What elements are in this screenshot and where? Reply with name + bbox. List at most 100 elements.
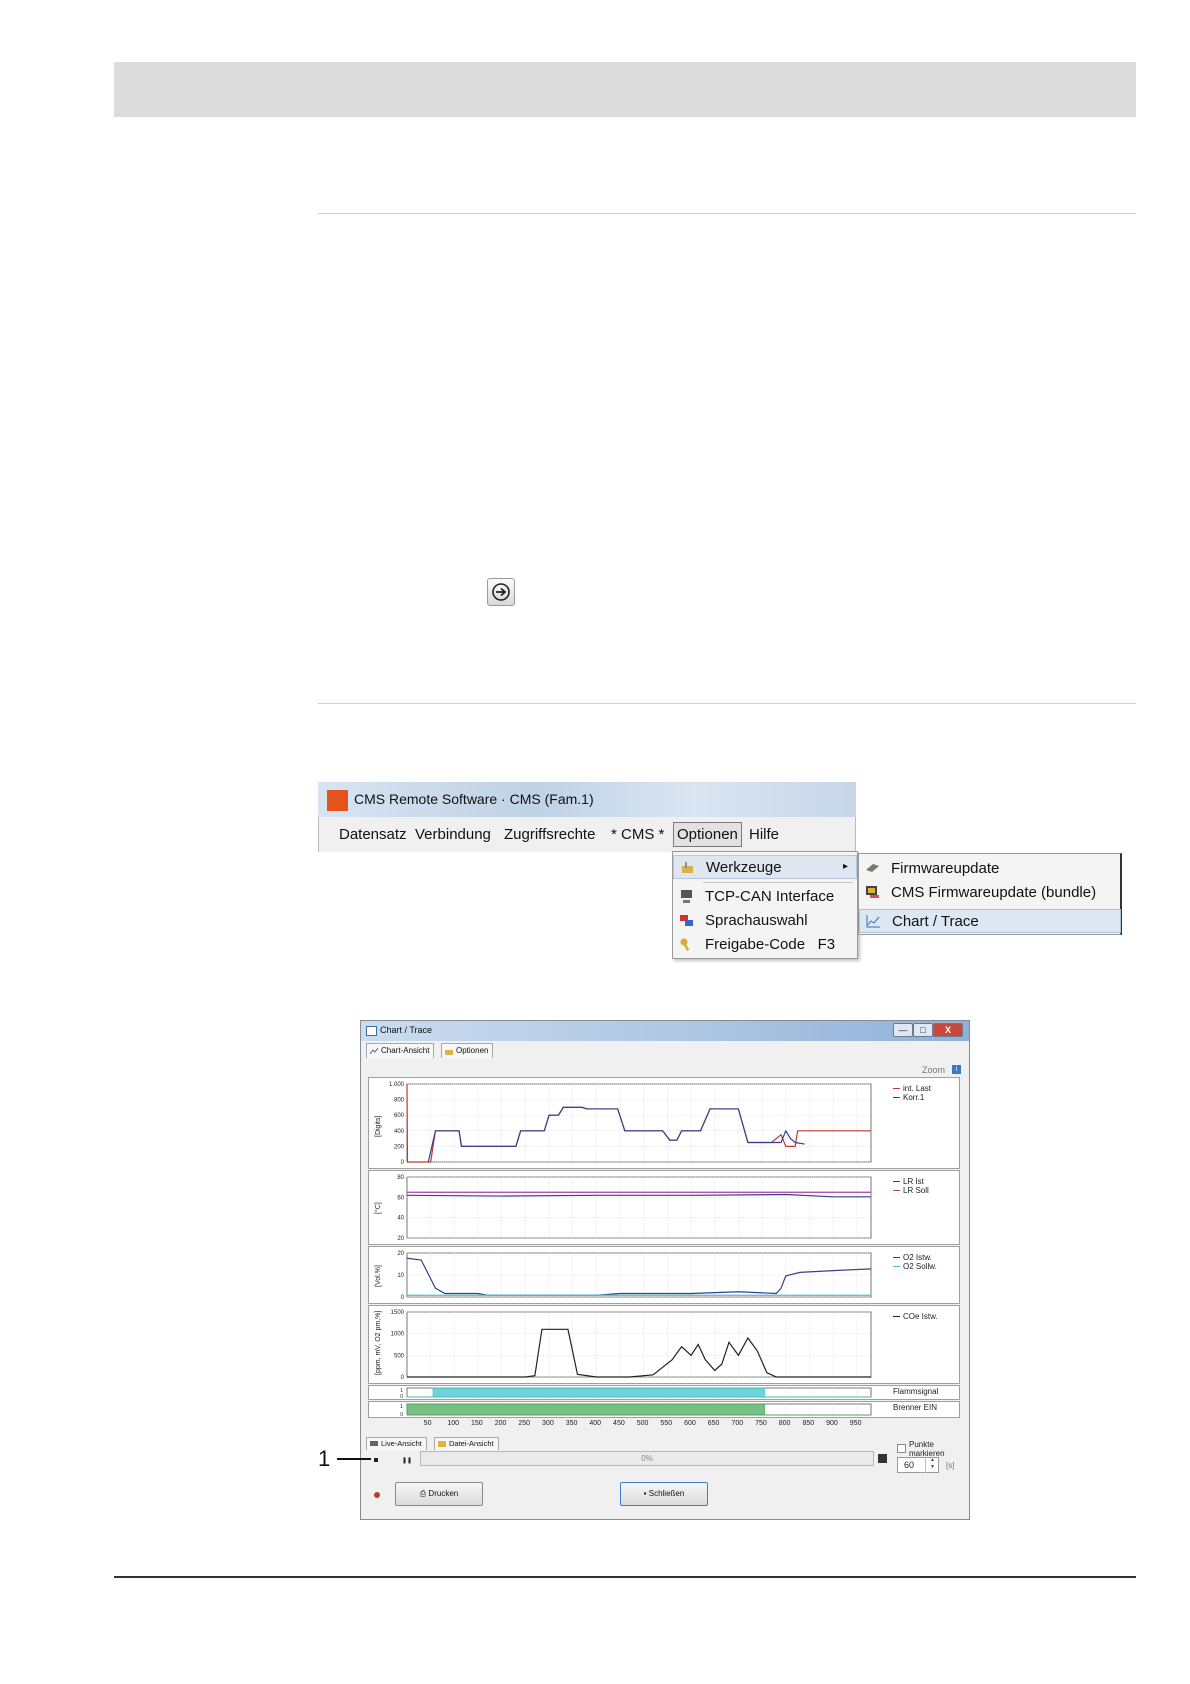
x-tick-label: 100	[447, 1420, 460, 1427]
menu-item-freigabe-code[interactable]: Freigabe-Code F3	[673, 933, 857, 957]
legend-swatch	[893, 1181, 900, 1183]
chart-svg-0: 1.000 800 600 400 200 0	[389, 1082, 872, 1166]
y-tick-label: 40	[397, 1216, 404, 1222]
x-tick-label: 600	[684, 1420, 696, 1427]
y-tick-label: 200	[394, 1144, 405, 1150]
menu-cms[interactable]: * CMS *	[611, 826, 664, 843]
save-icon[interactable]	[878, 1454, 887, 1463]
x-tick-label: 150	[471, 1420, 483, 1427]
y-tick-label: 20	[397, 1251, 404, 1257]
chip-icon	[866, 864, 879, 872]
x-tick-label: 500	[636, 1420, 649, 1427]
window-close-button[interactable]: X	[933, 1023, 963, 1037]
chart-svg-2: 20 10 0	[397, 1251, 872, 1301]
punkte-markieren-checkbox[interactable]	[897, 1444, 906, 1453]
printer-icon: ⎙	[419, 1489, 427, 1498]
stop-button[interactable]	[374, 1458, 378, 1462]
menu-optionen[interactable]: Optionen	[673, 822, 742, 847]
schliessen-button[interactable]: ▪ Schließen	[620, 1482, 708, 1506]
y-axis-label: [Digits]	[375, 1115, 382, 1137]
y-axis-label: [Vol.%]	[375, 1265, 382, 1287]
record-indicator-icon	[374, 1492, 380, 1498]
app-title: CMS Remote Software · CMS (Fam.1)	[354, 791, 594, 807]
bundle-icon	[866, 886, 879, 898]
header-band	[114, 62, 1136, 117]
x-tick-label: 750	[755, 1420, 767, 1427]
x-tick-label: 550	[660, 1420, 673, 1427]
callout-line	[337, 1458, 371, 1460]
chart-svg-5: 10	[400, 1403, 872, 1417]
seconds-spinner-arrows[interactable]: ▲ ▼	[925, 1457, 939, 1473]
chart-svg-3: 1500 1000 500 0	[391, 1310, 872, 1381]
y-tick-label: 10	[397, 1273, 404, 1279]
menu-item-tcp-can[interactable]: TCP-CAN Interface	[673, 885, 857, 909]
chart-panel-coe: 1500 1000 500 0 [ppm, mV, O2 pm,%] COe Istw.	[368, 1305, 960, 1384]
werkzeuge-label: Werkzeuge	[706, 859, 782, 876]
x-axis-ticks: 50 100 150 200 250 300 350 400 450 500 550 600 650 70…	[368, 1420, 960, 1432]
menu-item-werkzeuge[interactable]: Werkzeuge ▸	[673, 855, 857, 879]
y-tick-label: 1	[400, 1404, 403, 1410]
menu-hilfe[interactable]: Hilfe	[749, 826, 779, 843]
folder-icon	[438, 1441, 446, 1447]
y-tick-label: 0	[400, 1394, 403, 1399]
y-tick-label: 500	[394, 1353, 405, 1359]
minimize-button[interactable]: —	[893, 1023, 913, 1037]
x-tick-label: 650	[707, 1420, 720, 1427]
chart-svg-4: 10	[400, 1387, 872, 1399]
zoom-label: Zoom	[922, 1065, 946, 1075]
sprachauswahl-label: Sprachauswahl	[705, 912, 808, 929]
y-tick-label: 20	[397, 1236, 404, 1242]
plot-area	[406, 1083, 872, 1163]
chart-panel-temperature: 80 60 40 20 [°C] LR Ist LR Soll	[368, 1170, 960, 1245]
x-tick-label: 350	[565, 1420, 578, 1427]
x-tick-label: 400	[589, 1420, 602, 1427]
menu-zugriffsrechte[interactable]: Zugriffsrechte	[504, 826, 595, 843]
drucken-button[interactable]: ⎙ Drucken	[395, 1482, 483, 1506]
optionen-dropdown: Werkzeuge ▸ TCP-CAN Interface Sprachausw…	[672, 851, 858, 959]
submenu-item-firmwareupdate[interactable]: Firmwareupdate	[859, 857, 1121, 881]
tab-chart-ansicht-label: Chart-Ansicht	[381, 1046, 430, 1055]
x-tick-label: 200	[494, 1420, 507, 1427]
tab-datei-ansicht[interactable]: Datei-Ansicht	[434, 1437, 499, 1450]
pause-button[interactable]: ❚❚	[402, 1457, 412, 1464]
legend-swatch	[893, 1088, 900, 1090]
werkzeuge-submenu: Firmwareupdate CMS Firmwareupdate (bundl…	[858, 853, 1122, 935]
section-rule-middle	[318, 703, 1136, 704]
tab-live-ansicht-label: Live-Ansicht	[381, 1439, 422, 1448]
x-tick-label: 450	[613, 1420, 625, 1427]
submenu-arrow-icon: ▸	[842, 861, 848, 872]
menu-screenshot: CMS Remote Software · CMS (Fam.1) Datens…	[318, 782, 856, 852]
legend-item: O2 Sollw.	[893, 1262, 937, 1271]
x-tick-label: 50	[423, 1420, 432, 1427]
key-icon	[680, 938, 690, 951]
tab-live-ansicht[interactable]: Live-Ansicht	[366, 1437, 427, 1450]
menu-verbindung[interactable]: Verbindung	[415, 826, 491, 843]
tools-icon	[682, 862, 693, 873]
y-tick-label: 60	[397, 1195, 404, 1201]
tab-optionen[interactable]: Optionen	[441, 1043, 494, 1058]
series-label: Flammsignal	[893, 1387, 939, 1396]
y-tick-label: 0	[401, 1295, 405, 1301]
callout-number: 1	[318, 1446, 331, 1471]
cms-firmwareupdate-bundle-label: CMS Firmwareupdate (bundle)	[891, 884, 1097, 901]
y-axis-label: [ppm, mV, O2 pm,%]	[375, 1310, 382, 1376]
submenu-item-cms-firmwareupdate-bundle[interactable]: CMS Firmwareupdate (bundle)	[859, 881, 1121, 905]
dropdown-separator	[703, 882, 853, 883]
zoom-info-icon[interactable]: i	[952, 1065, 961, 1074]
y-tick-label: 80	[397, 1175, 404, 1181]
window-title: Chart / Trace	[380, 1025, 433, 1035]
tab-datei-ansicht-label: Datei-Ansicht	[449, 1439, 494, 1448]
legend-item: Korr.1	[893, 1093, 924, 1102]
tab-chart-ansicht[interactable]: Chart-Ansicht	[366, 1043, 435, 1058]
progress-bar: 0%	[420, 1451, 874, 1466]
legend-swatch	[893, 1097, 900, 1099]
x-tick-label: 250	[518, 1420, 531, 1427]
maximize-button[interactable]: □	[913, 1023, 933, 1037]
tab-optionen-label: Optionen	[456, 1046, 489, 1055]
menu-datensatz[interactable]: Datensatz	[339, 826, 407, 843]
submenu-item-chart-trace[interactable]: Chart / Trace	[859, 909, 1121, 933]
chart-icon	[866, 915, 880, 928]
legend-item: LR Ist	[893, 1177, 924, 1186]
menu-item-sprachauswahl[interactable]: Sprachauswahl	[673, 909, 857, 933]
punkte-markieren-label: Punkte markieren	[909, 1440, 945, 1458]
